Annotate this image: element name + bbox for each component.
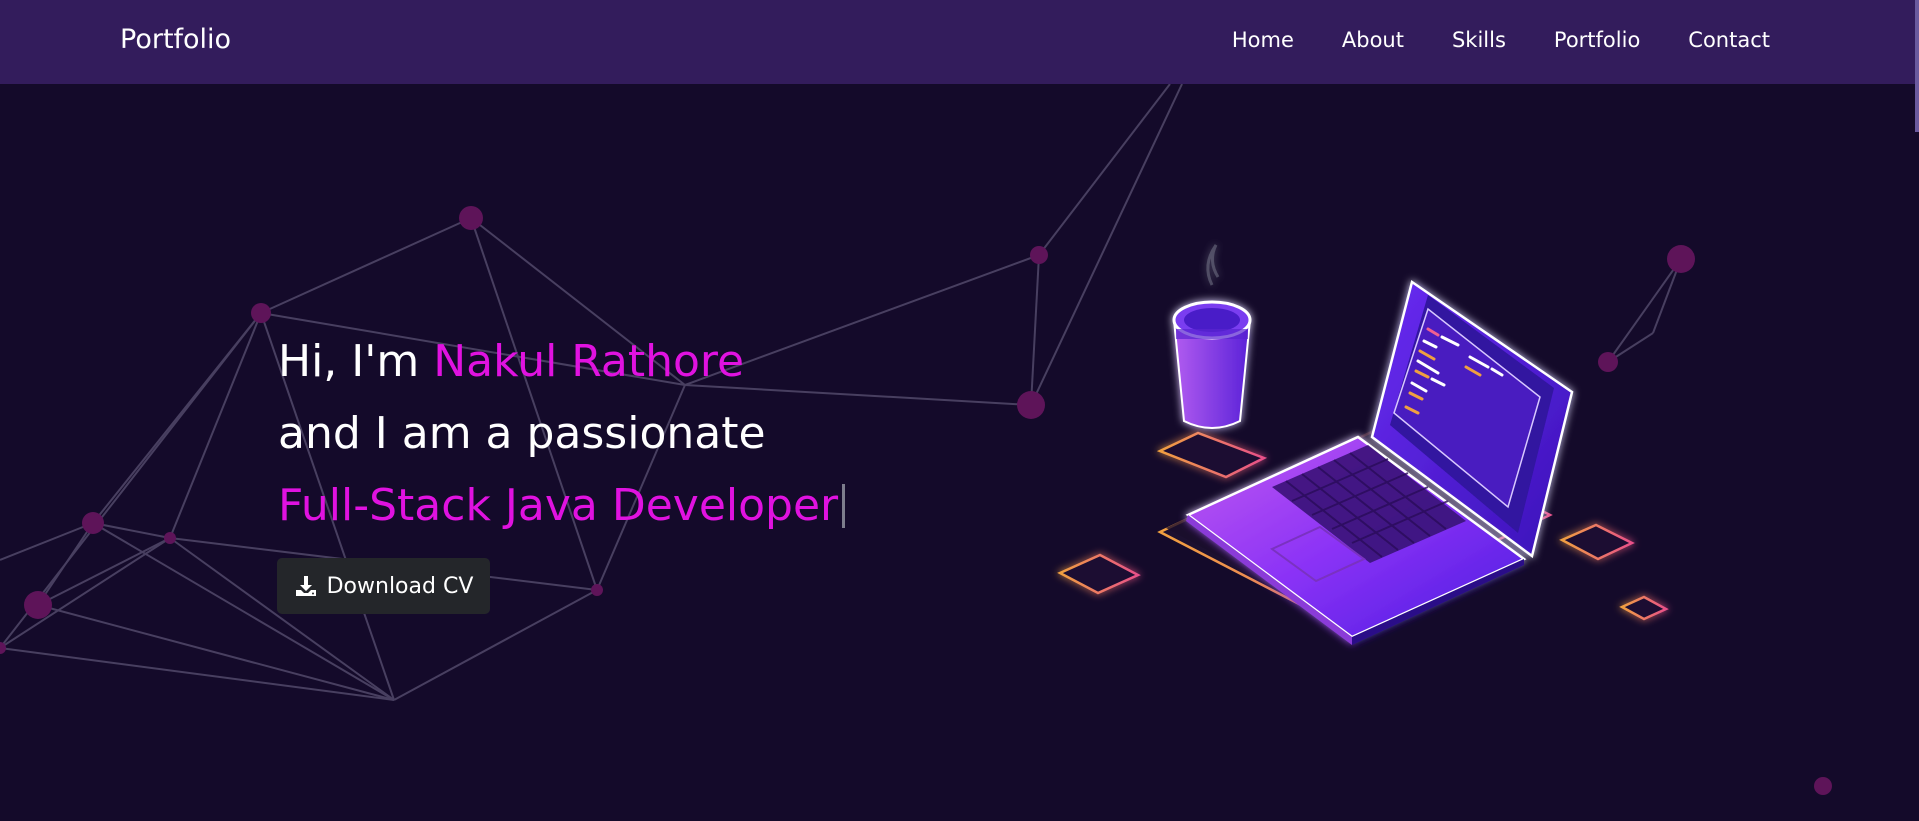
hero-greeting: Hi, I'm <box>278 336 434 387</box>
nav-link-home[interactable]: Home <box>1232 28 1294 52</box>
hero-intro: Hi, I'm Nakul Rathore and I am a passion… <box>278 326 846 542</box>
nav-link-skills[interactable]: Skills <box>1452 28 1506 52</box>
hero-name: Nakul Rathore <box>433 336 745 387</box>
nav-link-portfolio[interactable]: Portfolio <box>1554 28 1640 52</box>
nav-link-contact[interactable]: Contact <box>1688 28 1770 52</box>
page: Portfolio Home About Skills Portfolio Co… <box>0 0 1919 821</box>
hero-tagline: and I am a passionate <box>278 408 766 459</box>
laptop-coffee-illustration <box>1057 244 1669 645</box>
download-icon <box>295 576 316 596</box>
scrollbar-thumb[interactable] <box>1915 0 1919 132</box>
brand-logo[interactable]: Portfolio <box>120 24 231 55</box>
typing-cursor <box>842 484 846 528</box>
download-cv-button[interactable]: Download CV <box>277 558 490 614</box>
hero-greeting-line: Hi, I'm Nakul Rathore <box>278 326 845 398</box>
download-cv-label: Download CV <box>326 573 474 599</box>
navbar: Portfolio Home About Skills Portfolio Co… <box>0 0 1919 84</box>
nav-link-about[interactable]: About <box>1342 28 1404 52</box>
hero-role-line: Full-Stack Java Developer <box>278 470 846 542</box>
nav-links: Home About Skills Portfolio Contact <box>1184 28 1770 52</box>
hero-role: Full-Stack Java Developer <box>278 480 839 531</box>
